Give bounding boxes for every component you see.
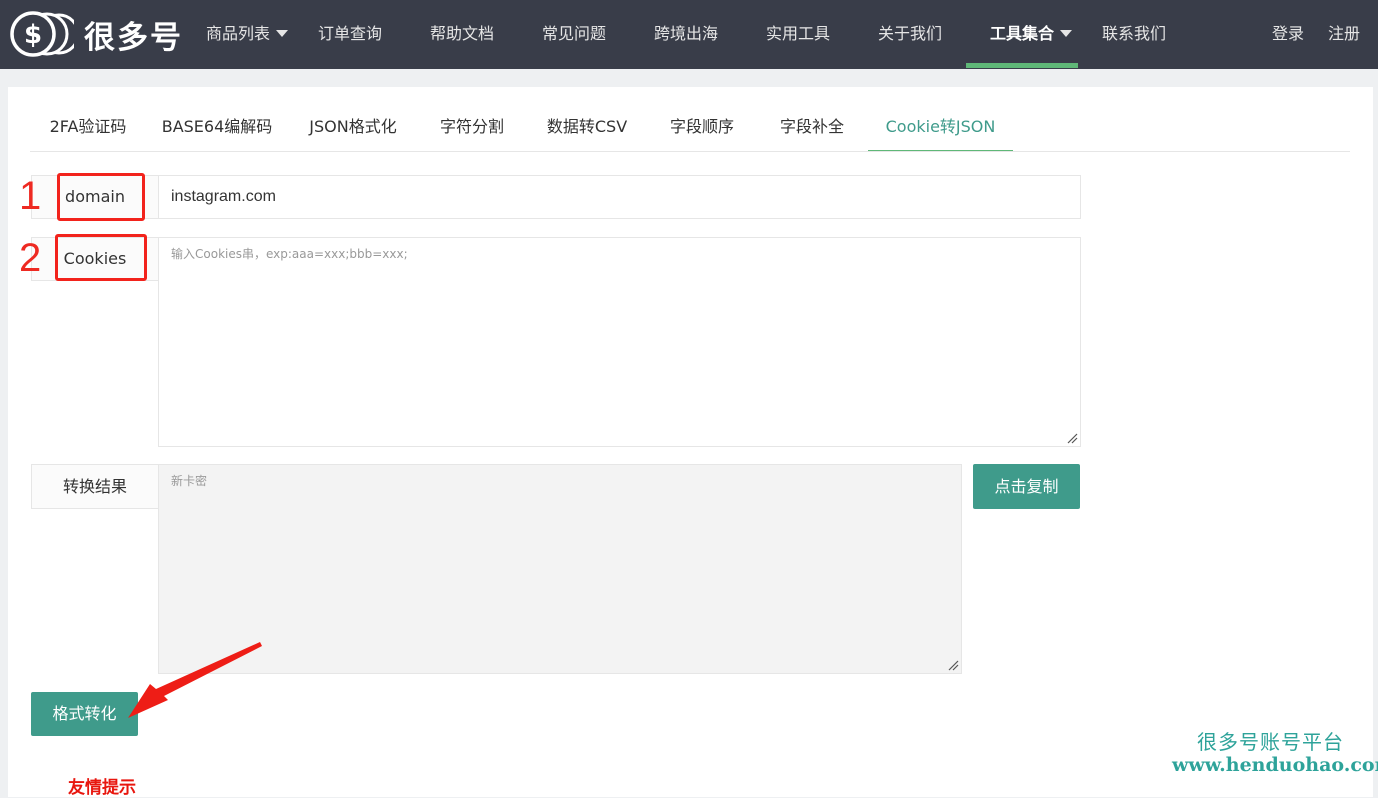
tab-field-order[interactable]: 字段顺序 bbox=[648, 104, 756, 152]
watermark-url: www.henduohao.com bbox=[1172, 754, 1378, 776]
resize-handle-icon[interactable] bbox=[1066, 432, 1078, 444]
nav-item-utilities[interactable]: 实用工具 bbox=[766, 0, 830, 69]
tab-json-format[interactable]: JSON格式化 bbox=[288, 104, 418, 152]
tab-csv[interactable]: 数据转CSV bbox=[526, 104, 648, 152]
domain-input[interactable]: instagram.com bbox=[158, 175, 1081, 219]
nav-item-contact[interactable]: 联系我们 bbox=[1102, 0, 1166, 69]
tab-cookie-json[interactable]: Cookie转JSON bbox=[868, 104, 1013, 152]
nav-item-products[interactable]: 商品列表 bbox=[206, 0, 289, 69]
annotation-number-2: 2 bbox=[19, 236, 42, 280]
chevron-down-icon bbox=[276, 30, 289, 37]
resize-handle-icon[interactable] bbox=[947, 659, 959, 671]
tab-2fa[interactable]: 2FA验证码 bbox=[30, 104, 146, 152]
tab-divider bbox=[30, 151, 1350, 152]
tab-split[interactable]: 字符分割 bbox=[418, 104, 526, 152]
nav-item-about[interactable]: 关于我们 bbox=[878, 0, 942, 69]
cookies-textarea[interactable]: 输入Cookies串，exp:aaa=xxx;bbb=xxx; bbox=[158, 237, 1081, 447]
login-link[interactable]: 登录 bbox=[1272, 0, 1304, 69]
result-label: 转换结果 bbox=[31, 464, 159, 509]
svg-text:$: $ bbox=[24, 20, 42, 50]
tip-heading: 友情提示 bbox=[68, 778, 136, 798]
tab-base64[interactable]: BASE64编解码 bbox=[146, 104, 288, 152]
nav-item-orders[interactable]: 订单查询 bbox=[318, 0, 382, 69]
annotation-box-domain bbox=[57, 173, 145, 221]
nav-item-help-docs[interactable]: 帮助文档 bbox=[430, 0, 494, 69]
top-navbar: $ 很多号 商品列表 订单查询 帮助文档 常见问题 跨境出海 实用工具 关于我们… bbox=[0, 0, 1378, 69]
tab-field-complete[interactable]: 字段补全 bbox=[756, 104, 868, 152]
annotation-number-1: 1 bbox=[19, 174, 42, 218]
cookies-placeholder: 输入Cookies串，exp:aaa=xxx;bbb=xxx; bbox=[171, 247, 408, 261]
copy-button[interactable]: 点击复制 bbox=[973, 464, 1080, 509]
dollar-coins-icon: $ bbox=[10, 11, 74, 57]
nav-item-tools[interactable]: 工具集合 bbox=[990, 0, 1073, 69]
brand-name: 很多号 bbox=[84, 19, 183, 56]
nav-active-indicator bbox=[966, 63, 1078, 68]
register-link[interactable]: 注册 bbox=[1328, 0, 1360, 69]
result-textarea[interactable]: 新卡密 bbox=[158, 464, 962, 674]
nav-item-faq[interactable]: 常见问题 bbox=[542, 0, 606, 69]
nav-item-cross-border[interactable]: 跨境出海 bbox=[654, 0, 718, 69]
annotation-box-cookies bbox=[55, 234, 147, 281]
brand-logo[interactable]: $ 很多号 bbox=[10, 11, 183, 57]
annotation-arrow-icon bbox=[128, 642, 262, 718]
chevron-down-icon bbox=[1060, 30, 1073, 37]
watermark-title: 很多号账号平台 bbox=[1197, 730, 1344, 754]
result-placeholder: 新卡密 bbox=[171, 474, 208, 488]
